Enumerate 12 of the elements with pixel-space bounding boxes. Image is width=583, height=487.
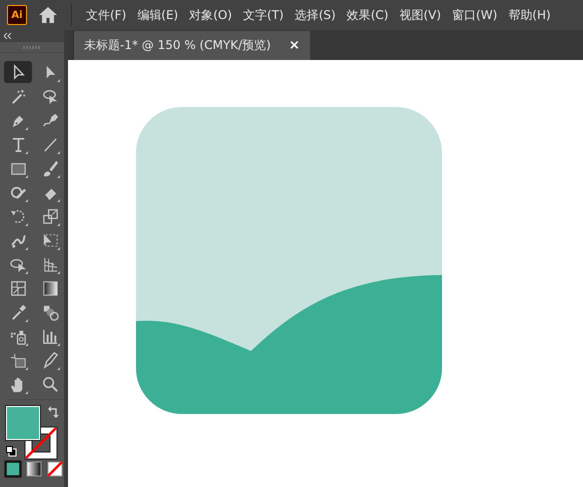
menu-item[interactable]: 帮助(H) <box>508 6 551 24</box>
app-logo: Ai <box>7 5 27 25</box>
menu-item[interactable]: 选择(S) <box>294 6 336 24</box>
menu-item[interactable]: 文字(T) <box>243 6 284 24</box>
menu-item[interactable]: 效果(C) <box>346 6 388 24</box>
close-tab-button[interactable]: × <box>288 38 300 53</box>
menu-item[interactable]: 窗口(W) <box>452 6 498 24</box>
menu-item[interactable]: 编辑(E) <box>137 6 178 24</box>
menu-item[interactable]: 视图(V) <box>399 6 442 24</box>
document-tab[interactable]: 未标题-1* @ 150 % (CMYK/预览) × <box>73 31 310 60</box>
menu-item[interactable]: 文件(F) <box>86 6 126 24</box>
menu-item[interactable]: 对象(O) <box>189 6 232 24</box>
